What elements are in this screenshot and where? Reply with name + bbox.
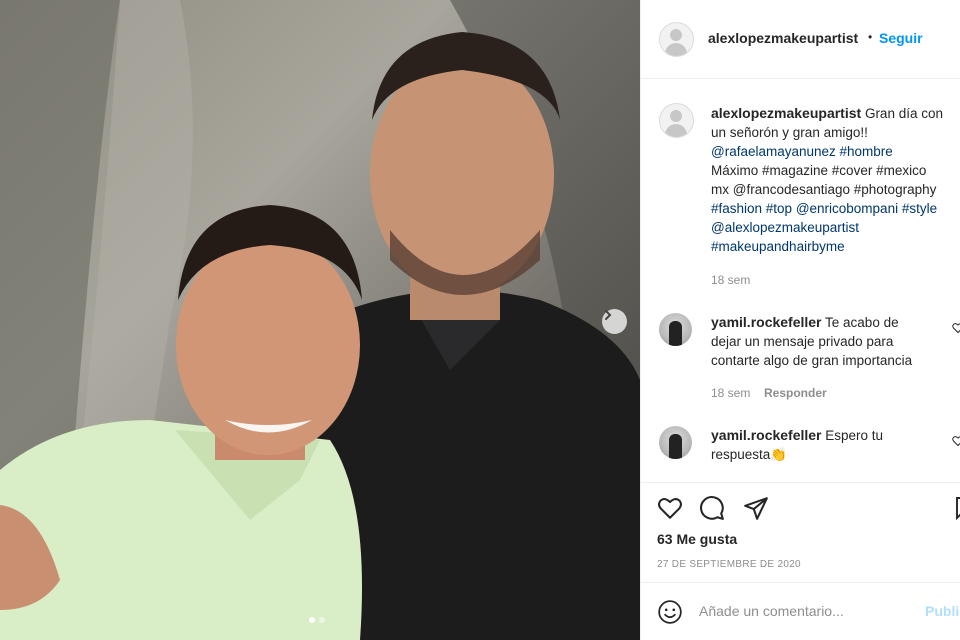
comment-body: yamil.rockefeller Espero tu respuesta👏 (711, 426, 960, 464)
like-count[interactable]: 63 Me gusta (657, 531, 737, 547)
author-avatar[interactable] (659, 22, 694, 57)
author-username[interactable]: alexlopezmakeupartist (708, 30, 858, 46)
commenter-avatar[interactable] (659, 313, 692, 346)
reply-button[interactable]: Responder (764, 386, 827, 400)
comment-body: yamil.rockefeller Te acabo de dejar un m… (711, 313, 960, 370)
comment-like-heart-icon[interactable] (952, 435, 960, 447)
comment-timestamp: 18 sem (711, 386, 751, 400)
comment-input[interactable]: Añade un comentario... (699, 603, 844, 619)
heart-icon[interactable] (657, 495, 683, 521)
chevron-right-icon (605, 310, 612, 320)
follow-button[interactable]: Seguir (879, 30, 923, 46)
comment-like-heart-icon[interactable] (952, 322, 960, 334)
caption-line: mx @francodesantiago #photography (711, 182, 937, 197)
caption-line: Máximo #magazine #cover #mexico (711, 163, 927, 178)
caption-line: un señorón y gran amigo!! (711, 125, 868, 140)
caption-line: alexlopezmakeupartist Gran día con (711, 104, 960, 123)
post-photo (0, 0, 640, 640)
post-caption: alexlopezmakeupartist Gran día con un se… (711, 104, 960, 256)
caption-author-username[interactable]: alexlopezmakeupartist (711, 105, 861, 121)
caption-text: Gran día con (864, 106, 943, 121)
comment-icon[interactable] (699, 495, 725, 521)
photo-illustration (0, 0, 640, 640)
commenter-username[interactable]: yamil.rockefeller (711, 314, 822, 330)
caption-line[interactable]: #fashion #top @enricobompani #style (711, 199, 960, 218)
post-date: 27 DE SEPTIEMBRE DE 2020 (657, 559, 801, 570)
carousel-dot (319, 617, 325, 623)
save-bookmark-icon[interactable] (955, 495, 960, 521)
comment-text: dejar un mensaje privado para (711, 334, 894, 349)
comment-text: respuesta👏 (711, 447, 788, 462)
commenter-username[interactable]: yamil.rockefeller (711, 427, 822, 443)
publish-button[interactable]: Publi (925, 603, 959, 619)
add-comment-bar: Añade un comentario... Publi (641, 582, 960, 640)
caption-line[interactable]: @rafaelamayanunez #hombre (711, 142, 960, 161)
carousel-dots (309, 617, 325, 623)
post-actions: 63 Me gusta 27 DE SEPTIEMBRE DE 2020 (641, 482, 960, 583)
caption-author-avatar[interactable] (659, 103, 694, 138)
comment-text: Te acabo de (825, 315, 899, 330)
carousel-dot-active (309, 617, 315, 623)
smiley-icon[interactable] (657, 599, 683, 625)
next-photo-button[interactable] (602, 309, 627, 334)
comment-text: Espero tu (825, 428, 884, 443)
send-icon[interactable] (743, 495, 769, 521)
caption-line[interactable]: #makeupandhairbyme (711, 237, 960, 256)
commenter-avatar[interactable] (659, 426, 692, 459)
caption-line[interactable]: @alexlopezmakeupartist (711, 218, 960, 237)
post-side-panel: alexlopezmakeupartist • Seguir alexlopez… (640, 0, 960, 640)
comment-text: contarte algo de gran importancia (711, 353, 913, 368)
header-separator: • (868, 30, 873, 44)
caption-timestamp: 18 sem (711, 273, 751, 287)
post-header: alexlopezmakeupartist • Seguir (641, 0, 960, 79)
